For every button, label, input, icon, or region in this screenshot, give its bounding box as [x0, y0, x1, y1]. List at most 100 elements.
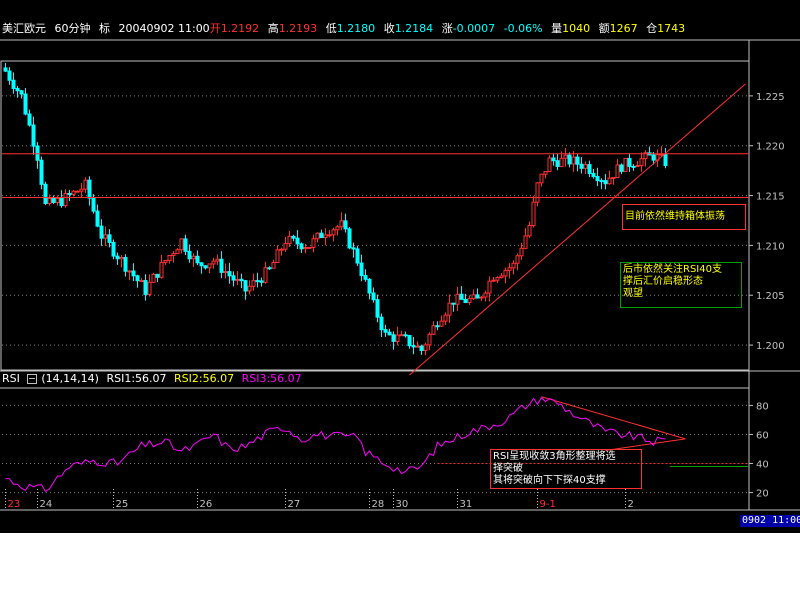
candle-up	[487, 280, 492, 294]
candle-up	[499, 275, 504, 279]
candle-up	[215, 258, 220, 262]
candle-down	[299, 243, 304, 250]
candle-down	[91, 197, 96, 212]
candle-up	[271, 262, 276, 269]
candle-down	[343, 220, 348, 230]
candle-up	[79, 188, 84, 192]
candle-up	[311, 238, 316, 248]
candle-down	[663, 153, 668, 167]
time-axis-label: 23	[8, 499, 21, 510]
rsi-header: RSI (14,14,14) RSI1:56.07 RSI2:56.07 RSI…	[2, 372, 306, 386]
candle-down	[131, 270, 136, 277]
candle-down	[551, 157, 556, 162]
candle-up	[615, 164, 620, 179]
candle-up	[539, 173, 544, 184]
candle-down	[363, 275, 368, 280]
candle-up	[515, 255, 520, 264]
timestamp-text: 0902 11:00	[742, 515, 800, 526]
candle-up	[559, 157, 564, 167]
candle-down	[231, 275, 236, 281]
collapse-icon[interactable]	[27, 374, 38, 384]
candle-down	[7, 70, 12, 81]
candle-up	[523, 235, 528, 249]
candle-down	[227, 271, 232, 277]
candle-up	[139, 280, 144, 283]
candle-up	[179, 238, 184, 251]
candle-down	[267, 267, 272, 270]
candle-up	[207, 263, 212, 269]
candle-up	[527, 225, 532, 237]
candle-up	[147, 281, 152, 295]
chart-terminal: 美汇欧元 60分钟 标 20040902 11:00开1.2192 高1.219…	[0, 0, 800, 533]
candle-down	[187, 250, 192, 260]
candle-down	[203, 265, 208, 269]
candle-up	[431, 325, 436, 335]
candle-up	[47, 197, 52, 204]
candle-up	[535, 182, 540, 203]
candle-down	[219, 258, 224, 273]
candle-up	[623, 157, 628, 172]
candle-down	[31, 124, 36, 147]
candle-up	[327, 234, 332, 237]
candle-up	[251, 280, 256, 287]
note-rsi-line1: RSI呈现收敛3角形整理将选	[493, 451, 616, 462]
candle-up	[127, 270, 132, 273]
candle-up	[247, 285, 252, 292]
candle-down	[27, 113, 32, 126]
candle-down	[359, 262, 364, 277]
candle-down	[595, 176, 600, 182]
candle-down	[87, 179, 92, 199]
candle-up	[103, 234, 108, 239]
time-axis-label: 9-1	[540, 499, 556, 510]
candle-down	[419, 345, 424, 352]
candle-down	[183, 238, 188, 252]
candle-up	[55, 198, 60, 203]
note-rsi-line3: 其将突破向下下探40支撑	[493, 475, 606, 486]
time-axis-label: 2	[628, 499, 634, 510]
candle-down	[111, 241, 116, 257]
candle-down	[351, 247, 356, 250]
candle-down	[51, 197, 56, 203]
candle-down	[375, 299, 380, 318]
rsi-axis-label: 40	[756, 460, 769, 471]
candle-down	[391, 334, 396, 342]
candle-up	[223, 271, 228, 274]
candle-up	[427, 333, 432, 346]
candle-down	[463, 298, 468, 304]
candle-up	[339, 220, 344, 228]
candle-up	[191, 255, 196, 260]
candle-down	[579, 163, 584, 169]
candle-up	[415, 345, 420, 348]
candle-up	[471, 294, 476, 300]
candle-down	[259, 280, 264, 283]
candle-up	[263, 267, 268, 283]
price-axis: 1.200 1.205 1.210 1.215 1.220 1.225	[749, 92, 785, 352]
candle-down	[143, 280, 148, 295]
candle-up	[307, 246, 312, 249]
candle-down	[59, 198, 64, 207]
candle-down	[371, 292, 376, 301]
candle-down	[651, 154, 656, 161]
note-support-line2: 撑后汇价启稳形态	[623, 276, 703, 287]
candle-up	[167, 255, 172, 261]
candle-down	[23, 93, 28, 115]
candle-up	[395, 334, 400, 342]
candle-down	[451, 302, 456, 305]
candle-up	[151, 273, 156, 283]
candle-up	[331, 229, 336, 236]
candle-down	[155, 273, 160, 278]
candle-down	[367, 278, 372, 294]
candle-down	[407, 334, 412, 347]
candle-down	[35, 145, 40, 161]
crosshair-time-label: 0902 11:00	[740, 515, 800, 527]
candle-up	[447, 302, 452, 316]
candle-down	[115, 255, 120, 260]
candle-down	[19, 90, 24, 95]
candle-down	[67, 192, 72, 195]
rsi-params: (14,14,14)	[41, 372, 99, 385]
candle-down	[295, 237, 300, 245]
candle-up	[607, 177, 612, 185]
candle-up	[483, 292, 488, 298]
rsi1-value: RSI1:56.07	[106, 372, 167, 385]
candle-down	[243, 280, 248, 292]
